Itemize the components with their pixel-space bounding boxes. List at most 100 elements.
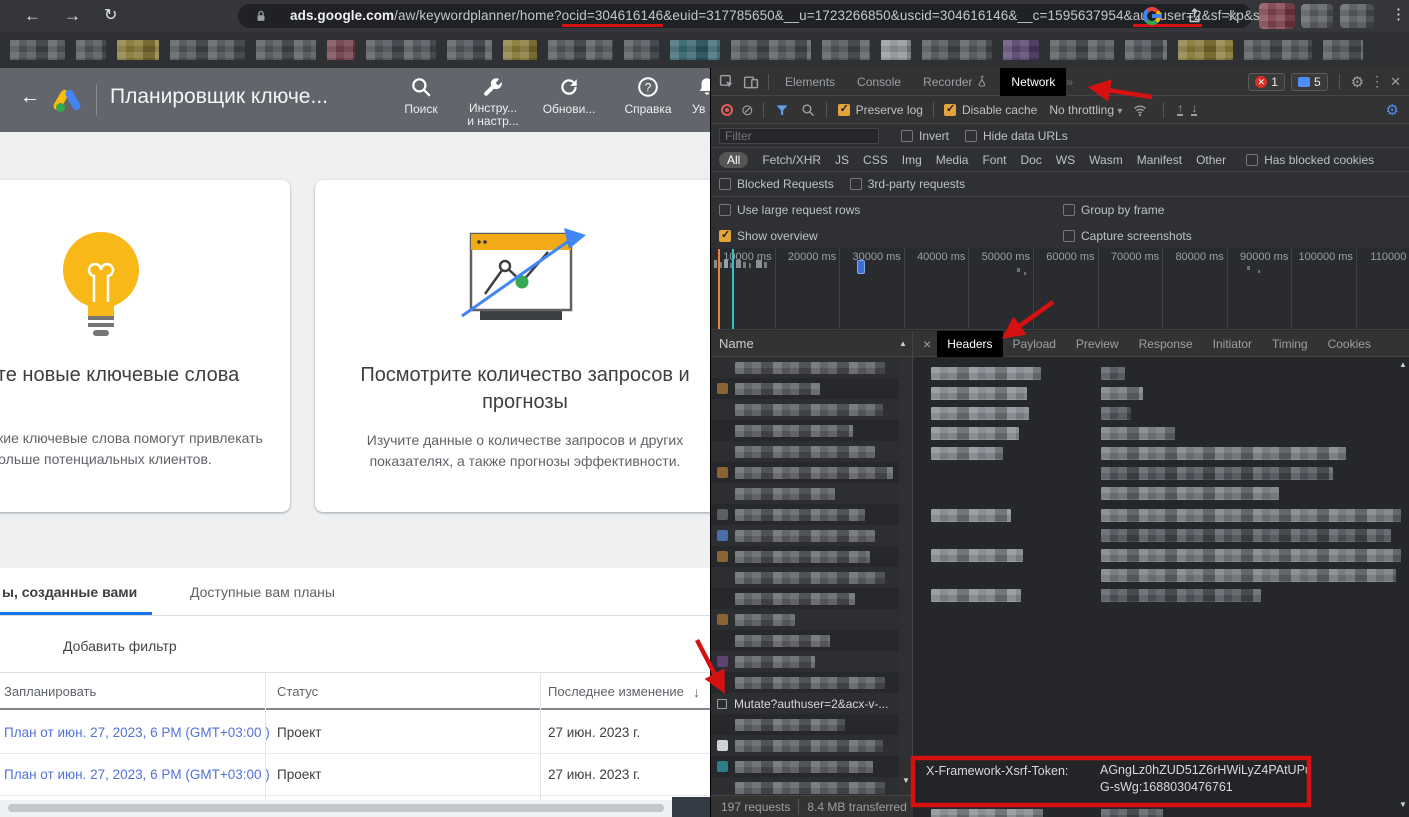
search-icon[interactable] [801,103,815,117]
col-status[interactable]: Статус [277,673,318,711]
network-settings-gear-icon[interactable]: ⚙ [1386,101,1409,119]
scroll-up-icon[interactable]: ▲ [1399,361,1407,369]
bookmark-item[interactable] [170,40,245,60]
hide-data-urls-checkbox[interactable]: Hide data URLs [965,129,1068,143]
chip-font[interactable]: Font [982,153,1006,167]
bookmark-item[interactable] [922,40,992,60]
request-list-scrollbar[interactable]: ▼ [899,357,912,795]
filter-funnel-icon[interactable] [775,103,789,117]
forward-icon[interactable]: → [64,6,81,26]
request-row-redacted[interactable] [711,630,899,651]
request-row-redacted[interactable] [711,378,899,399]
chip-all[interactable]: All [719,152,748,168]
tab-cookies[interactable]: Cookies [1318,331,1381,357]
request-row-redacted[interactable] [711,714,899,735]
record-icon[interactable] [721,104,733,116]
disable-cache-checkbox[interactable]: Disable cache [944,103,1037,117]
tab-console[interactable]: Console [846,68,912,96]
chip-wasm[interactable]: Wasm [1089,153,1123,167]
browser-menu-icon[interactable]: ⋮ [1391,5,1406,23]
devtools-menu-icon[interactable]: ⋮ [1370,73,1384,90]
nav-tools-label-2[interactable]: и настр... [458,114,528,128]
checkbox-checked[interactable] [944,104,956,116]
card-discover-keywords[interactable]: йдите новые ключевые слова трите, какие … [0,180,290,512]
request-row-redacted[interactable] [711,504,899,525]
wrench-icon[interactable] [482,76,504,98]
tab-elements[interactable]: Elements [774,68,846,96]
help-icon[interactable]: ? [637,76,659,98]
bookmark-item[interactable] [117,40,159,60]
tab-plans-shared[interactable]: Доступные вам планы [190,584,335,600]
share-icon[interactable] [1186,7,1203,24]
bell-icon[interactable] [696,76,710,98]
bookmark-item[interactable] [731,40,811,60]
sort-desc-icon[interactable]: ↓ [693,673,700,711]
bookmark-item[interactable] [10,40,65,60]
device-toolbar-icon[interactable] [743,74,759,90]
bookmark-item[interactable] [670,40,720,60]
chip-other[interactable]: Other [1196,153,1226,167]
url-text[interactable]: ads.google.com/aw/keywordplanner/home?oc… [290,8,1271,23]
nav-search-label[interactable]: Поиск [393,102,449,116]
blocked-requests-checkbox[interactable]: Blocked Requests [719,177,834,191]
invert-checkbox[interactable]: Invert [901,129,949,143]
request-row-redacted[interactable] [711,777,899,795]
scroll-down-icon[interactable]: ▼ [1399,801,1407,809]
blocked-cookies-checkbox[interactable]: Has blocked cookies [1246,153,1374,167]
col-plan[interactable]: Запланировать [4,673,96,711]
third-party-checkbox[interactable]: 3rd-party requests [850,177,965,191]
bookmark-item[interactable] [881,40,911,60]
preserve-log-checkbox[interactable]: Preserve log [838,103,923,117]
google-g-icon[interactable] [1143,7,1161,25]
bookmark-item[interactable] [1178,40,1233,60]
request-row-redacted[interactable] [711,357,899,378]
checkbox-unchecked[interactable] [719,178,731,190]
request-row-redacted[interactable] [711,483,899,504]
google-ads-logo[interactable] [54,88,84,112]
request-row-redacted[interactable] [711,567,899,588]
bookmark-star-icon[interactable]: ☆ [1226,6,1240,26]
chip-doc[interactable]: Doc [1020,153,1041,167]
plan-link[interactable]: План от июн. 27, 2023, 6 PM (GMT+03:00 ) [4,712,270,754]
checkbox-checked[interactable] [719,230,731,242]
ads-back-icon[interactable]: ← [20,86,40,109]
bookmark-item[interactable] [548,40,613,60]
chip-js[interactable]: JS [835,153,849,167]
request-row-redacted[interactable] [711,546,899,567]
checkbox-unchecked[interactable] [850,178,862,190]
reload-icon[interactable]: ↻ [104,6,117,26]
checkbox-checked[interactable] [838,104,850,116]
tab-payload[interactable]: Payload [1003,331,1066,357]
add-filter-button[interactable]: Добавить фильтр [63,638,177,654]
xsrf-token-row[interactable]: X-Framework-Xsrf-Token: AGngLz0hZUD51Z6r… [914,758,1308,804]
export-har-icon[interactable]: ↓ [1191,103,1197,116]
chip-img[interactable]: Img [902,153,922,167]
bookmark-item[interactable] [624,40,659,60]
bookmark-item[interactable] [1125,40,1167,60]
bookmark-item[interactable] [1244,40,1312,60]
bookmark-item[interactable] [1003,40,1039,60]
request-row-mutate[interactable]: Mutate?authuser=2&acx-v-... [711,693,899,714]
tab-timing[interactable]: Timing [1262,331,1318,357]
request-row-redacted[interactable] [711,441,899,462]
table-row[interactable]: План от июн. 27, 2023, 6 PM (GMT+03:00 )… [0,754,710,796]
checkbox-unchecked[interactable] [901,130,913,142]
chip-ws[interactable]: WS [1056,153,1075,167]
tab-plans-created[interactable]: ы, созданные вами [2,584,137,600]
bookmark-item[interactable] [76,40,106,60]
profile-avatar[interactable] [1259,3,1295,29]
request-row-redacted[interactable] [711,462,899,483]
tab-headers[interactable]: Headers [937,331,1002,357]
bookmark-item[interactable] [1050,40,1114,60]
show-overview-checkbox[interactable]: Show overview [719,229,818,243]
col-modified[interactable]: Последнее изменение [548,673,684,711]
nav-help-label[interactable]: Справка [613,102,683,116]
request-row-redacted[interactable] [711,609,899,630]
request-row-redacted[interactable] [711,420,899,441]
inspect-icon[interactable] [719,74,735,90]
nav-notifications-label[interactable]: Ув [692,102,710,116]
scroll-down-icon[interactable]: ▼ [902,777,910,785]
request-row-redacted[interactable] [711,735,899,756]
scrollbar-thumb[interactable] [8,804,664,812]
close-devtools-icon[interactable]: ✕ [1390,74,1401,90]
